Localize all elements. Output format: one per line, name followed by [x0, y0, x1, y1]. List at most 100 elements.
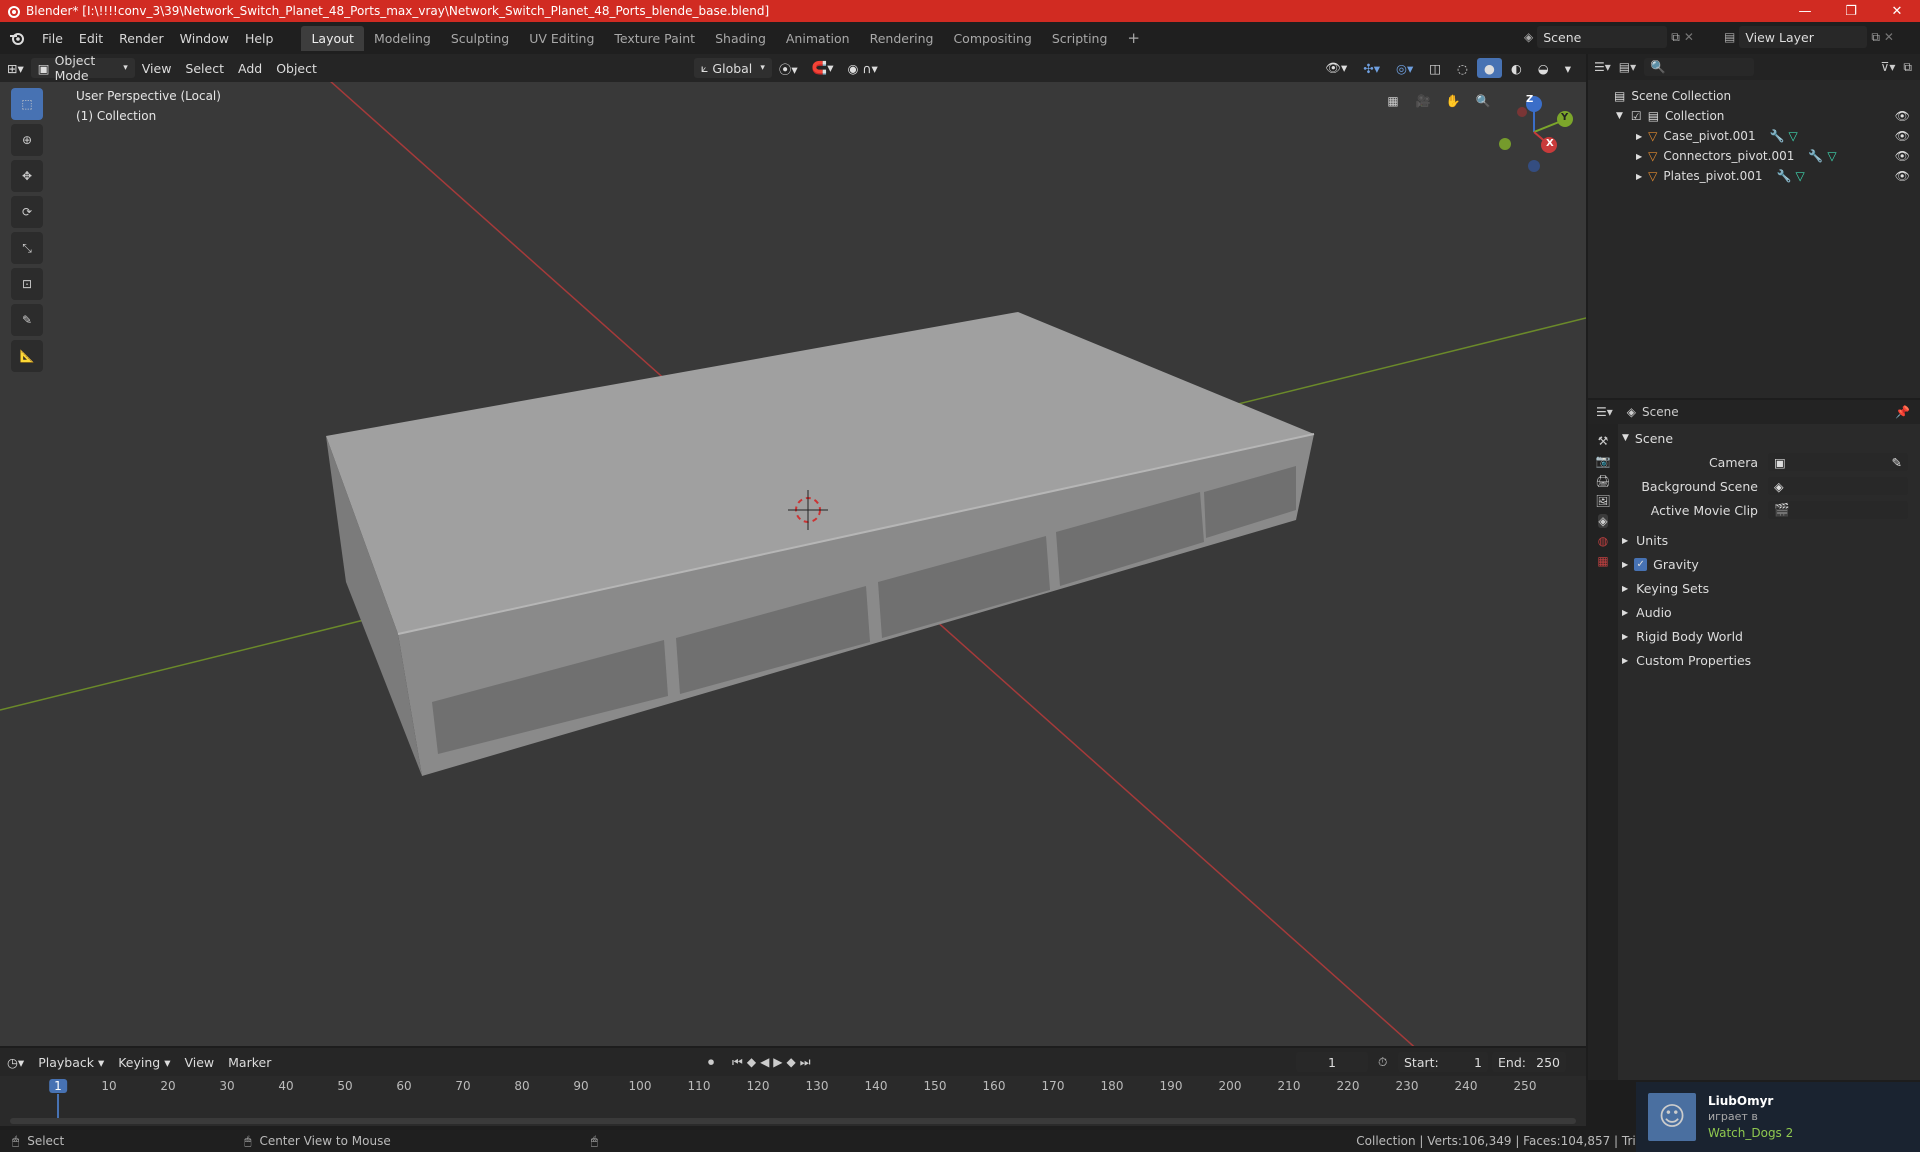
outliner-item-connectors[interactable]: ▶ ▽ Connectors_pivot.001 🔧 ▽ 👁	[1588, 146, 1920, 166]
menu-playback[interactable]: Playback ▾	[31, 1052, 111, 1072]
new-collection-icon[interactable]: ⧉	[1903, 60, 1912, 75]
expand-arrow-icon[interactable]: ▶	[1636, 132, 1642, 141]
mode-dropdown[interactable]: ▣ Object Mode ▾	[30, 53, 135, 83]
outliner-search-input[interactable]: 🔍	[1644, 58, 1755, 76]
next-keyframe-icon[interactable]: ◆	[787, 1055, 796, 1069]
menu-file[interactable]: File	[34, 31, 71, 46]
proportional-edit-icon[interactable]: ◉ ∩▾	[841, 58, 885, 78]
timeline-scrubber[interactable]: 1 10 20 30 40 50 60 70 80 90 100 110 120 130 140 150 160…	[0, 1076, 1586, 1126]
new-scene-icon[interactable]: ⧉	[1671, 30, 1680, 45]
eye-icon[interactable]: 👁	[1895, 109, 1910, 123]
background-scene-field[interactable]: ◈	[1768, 477, 1908, 495]
steam-notification[interactable]: ☺ LiubOmyr играет в Watch_Dogs 2	[1636, 1082, 1920, 1152]
delete-scene-icon[interactable]: ✕	[1684, 30, 1694, 44]
menu-render[interactable]: Render	[111, 31, 172, 46]
mesh-data-icon[interactable]: ▽	[1795, 169, 1804, 183]
solid-shading-icon[interactable]: ●	[1476, 58, 1502, 78]
tab-uv-editing[interactable]: UV Editing	[519, 26, 604, 51]
eye-icon[interactable]: 👁	[1895, 129, 1910, 143]
menu-select[interactable]: Select	[178, 58, 231, 78]
snap-icon[interactable]: 🧲▾	[805, 58, 841, 78]
pin-icon[interactable]: 📌	[1895, 405, 1910, 419]
transform-tool-icon[interactable]: ⊡	[11, 268, 43, 300]
measure-tool-icon[interactable]: 📐	[11, 340, 43, 372]
jump-start-icon[interactable]: ⏮	[732, 1055, 743, 1070]
timeline-editor-icon[interactable]: ◷▾	[0, 1052, 31, 1072]
new-view-layer-icon[interactable]: ⧉	[1871, 30, 1880, 45]
tab-scripting[interactable]: Scripting	[1042, 26, 1118, 51]
visibility-icon[interactable]: 👁▾	[1318, 58, 1354, 78]
rotate-tool-icon[interactable]: ⟳	[11, 196, 43, 228]
editor-type-icon[interactable]: ⊞▾	[0, 58, 31, 78]
move-tool-icon[interactable]: ✥	[11, 160, 43, 192]
tab-sculpting[interactable]: Sculpting	[441, 26, 519, 51]
frame-ruler[interactable]: 1 10 20 30 40 50 60 70 80 90 100 110 120 130 140 150 160…	[0, 1076, 1586, 1096]
tab-layout[interactable]: Layout	[301, 25, 364, 51]
display-mode-icon[interactable]: ▤▾	[1619, 60, 1636, 74]
menu-window[interactable]: Window	[172, 31, 237, 46]
gizmo-icon[interactable]: ✣▾	[1356, 58, 1387, 78]
jump-end-icon[interactable]: ⏭	[800, 1055, 811, 1070]
eyedropper-icon[interactable]: ✎	[1892, 455, 1902, 470]
prev-keyframe-icon[interactable]: ◆	[747, 1055, 756, 1069]
menu-marker[interactable]: Marker	[221, 1052, 278, 1072]
delete-view-layer-icon[interactable]: ✕	[1884, 30, 1894, 44]
checkbox-icon[interactable]: ☑	[1631, 109, 1642, 123]
properties-editor-icon[interactable]: ☰▾	[1596, 405, 1613, 419]
select-box-tool-icon[interactable]: ⬚	[11, 88, 43, 120]
tab-compositing[interactable]: Compositing	[943, 26, 1041, 51]
filter-icon[interactable]: ⊽▾	[1881, 60, 1896, 74]
overlays-icon[interactable]: ◎▾	[1389, 58, 1420, 78]
tool-tab-icon[interactable]: ⚒	[1598, 434, 1609, 448]
view-layer-field[interactable]: View Layer	[1739, 26, 1868, 48]
active-movie-clip-field[interactable]: 🎬	[1768, 501, 1908, 519]
timeline-scrollbar[interactable]	[10, 1118, 1576, 1124]
material-shading-icon[interactable]: ◐	[1504, 58, 1529, 78]
scene-field[interactable]: Scene	[1537, 26, 1668, 48]
cursor-tool-icon[interactable]: ⊕	[11, 124, 43, 156]
zoom-icon[interactable]: 🔍	[1470, 88, 1496, 114]
mesh-data-icon[interactable]: ▽	[1827, 149, 1836, 163]
rendered-shading-icon[interactable]: ◒	[1531, 58, 1556, 78]
camera-field[interactable]: ▣ ✎	[1768, 453, 1908, 471]
menu-keying[interactable]: Keying ▾	[111, 1052, 177, 1072]
menu-view[interactable]: View	[135, 58, 179, 78]
shading-options-icon[interactable]: ▾	[1558, 58, 1578, 78]
modifier-wrench-icon[interactable]: 🔧	[1808, 149, 1823, 163]
tab-shading[interactable]: Shading	[705, 26, 776, 51]
toggle-camera-view-icon[interactable]: ▦	[1380, 88, 1406, 114]
annotate-tool-icon[interactable]: ✎	[11, 304, 43, 336]
tab-rendering[interactable]: Rendering	[860, 26, 944, 51]
expand-arrow-icon[interactable]: ▶	[1636, 152, 1642, 161]
menu-object[interactable]: Object	[269, 58, 324, 78]
outliner-editor-icon[interactable]: ☰▾	[1594, 60, 1611, 74]
3d-viewport[interactable]: Z Y X User Perspective (Local) (1) Colle…	[0, 82, 1586, 1046]
rigid-body-world-panel[interactable]: ▶ Rigid Body World	[1622, 624, 1914, 648]
scale-tool-icon[interactable]: ⤡	[11, 232, 43, 264]
menu-timeline-view[interactable]: View	[177, 1052, 221, 1072]
texture-tab-icon[interactable]: ▦	[1597, 554, 1608, 568]
pan-hand-icon[interactable]: ✋	[1440, 88, 1466, 114]
start-frame-field[interactable]: Start: 1	[1398, 1052, 1488, 1072]
scene-tab-icon[interactable]: ◈	[1598, 514, 1608, 528]
clock-icon[interactable]: ⏱	[1378, 1055, 1387, 1070]
play-icon[interactable]: ▶	[773, 1055, 782, 1069]
expand-arrow-icon[interactable]: ▶	[1636, 172, 1642, 181]
output-tab-icon[interactable]: 🖨	[1595, 474, 1610, 488]
eye-icon[interactable]: 👁	[1895, 169, 1910, 183]
pivot-icon[interactable]: ⦿▾	[772, 58, 805, 78]
menu-help[interactable]: Help	[237, 31, 282, 46]
outliner-item-plates[interactable]: ▶ ▽ Plates_pivot.001 🔧 ▽ 👁	[1588, 166, 1920, 186]
menu-add[interactable]: Add	[231, 58, 269, 78]
world-tab-icon[interactable]: ◍	[1598, 534, 1608, 548]
expand-arrow-icon[interactable]: ▼	[1616, 111, 1623, 121]
menu-edit[interactable]: Edit	[71, 31, 111, 46]
minimize-button[interactable]: —	[1782, 0, 1828, 22]
keying-sets-panel[interactable]: ▶ Keying Sets	[1622, 576, 1914, 600]
outliner-item-case[interactable]: ▶ ▽ Case_pivot.001 🔧 ▽ 👁	[1588, 126, 1920, 146]
outliner-scene-collection[interactable]: ▤ Scene Collection	[1588, 86, 1920, 106]
units-panel[interactable]: ▶ Units	[1622, 528, 1914, 552]
view-layer-tab-icon[interactable]: 🖼	[1595, 494, 1610, 508]
render-tab-icon[interactable]: 📷	[1596, 454, 1611, 468]
maximize-button[interactable]: ❐	[1828, 0, 1874, 22]
